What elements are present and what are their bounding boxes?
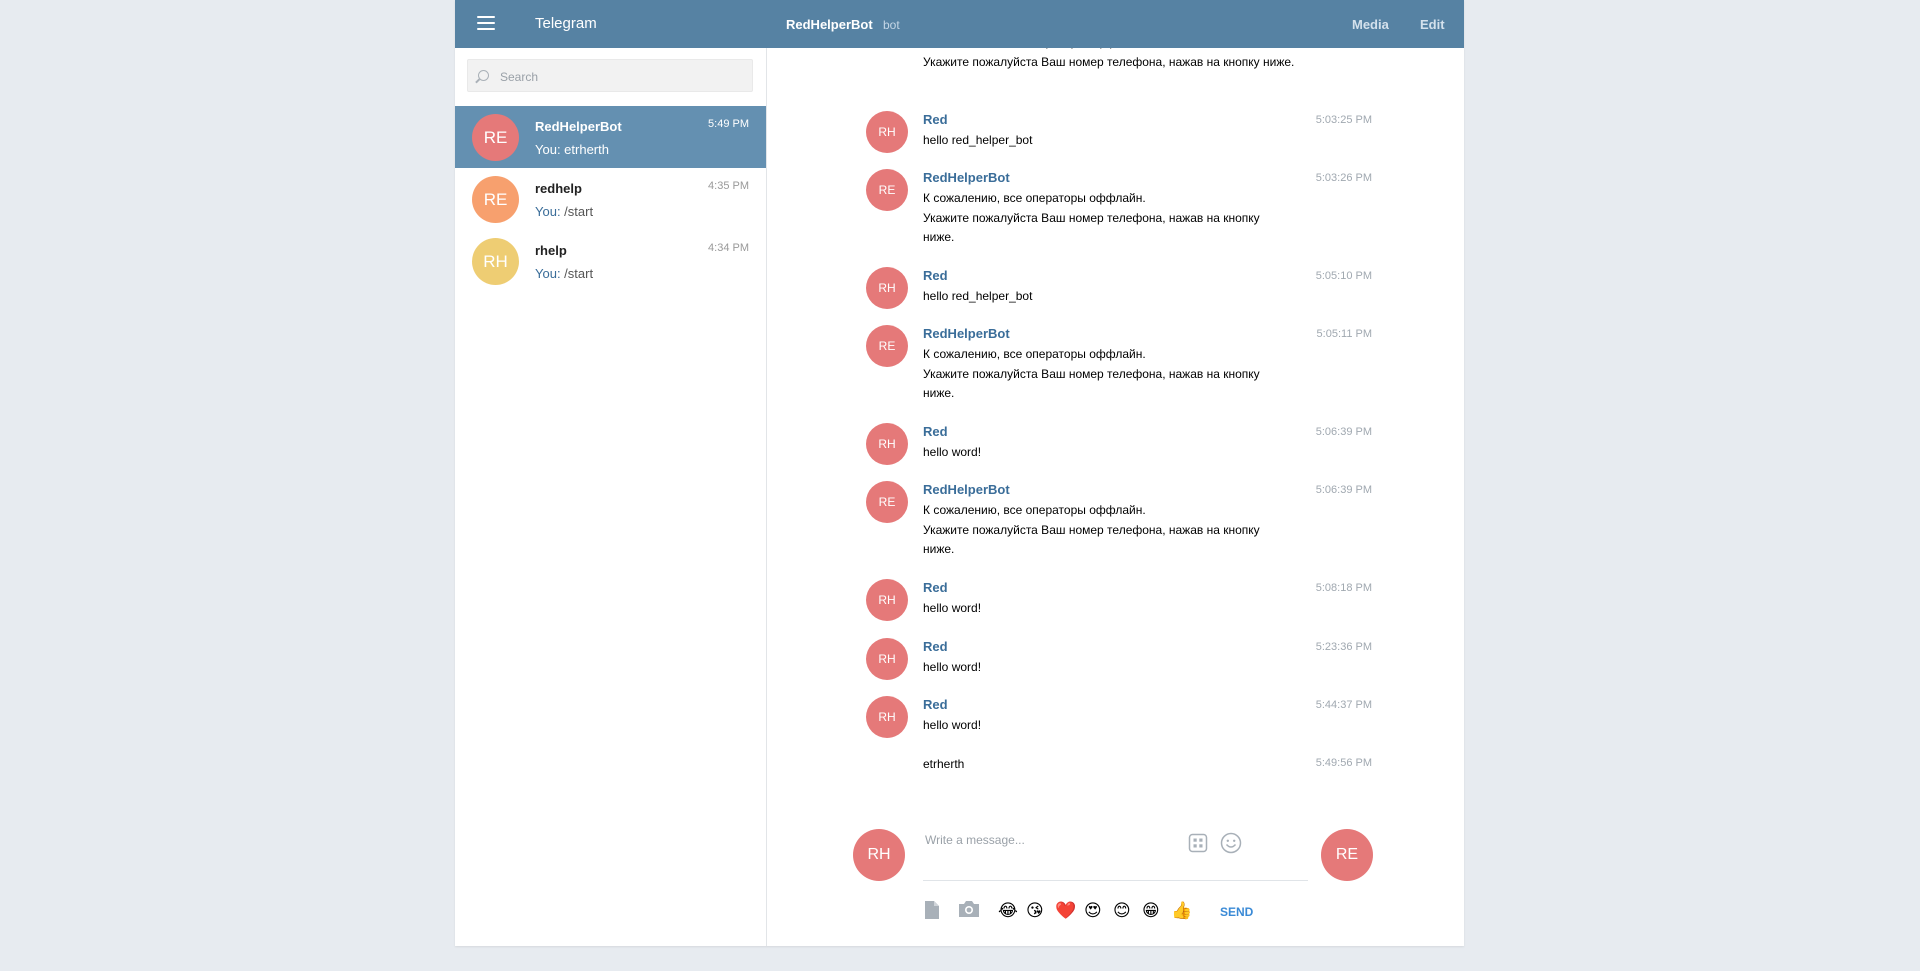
message-author[interactable]: RedHelperBot (923, 326, 1010, 341)
avatar[interactable]: RH (866, 579, 908, 621)
message-time: 5:44:37 PM (1315, 699, 1372, 711)
dialog-preview-text: /start (560, 204, 594, 219)
message-text: К сожалению, все операторы оффлайн. Укаж… (923, 191, 1260, 244)
dialog-preview-text: etrherth (564, 142, 609, 157)
camera-icon[interactable] (958, 900, 980, 918)
chat-peer-status: bot (883, 18, 900, 32)
avatar[interactable]: RH (866, 267, 908, 309)
search-icon (478, 70, 489, 81)
hamburger-menu-icon[interactable] (477, 16, 495, 30)
edit-button[interactable]: Edit (1420, 17, 1445, 32)
message-text: hello word! (923, 445, 982, 459)
chat-area: К сожалению, все операторы оффлайн. Укаж… (767, 48, 1464, 946)
message-time: 5:49:56 PM (1315, 757, 1372, 769)
message-text: К сожалению, все операторы оффлайн. Укаж… (923, 503, 1260, 556)
emoji-grin[interactable]: 😁 (1142, 901, 1160, 921)
attach-file-icon[interactable] (923, 900, 941, 920)
emoji-smile-icon[interactable] (1220, 832, 1242, 854)
dialogs-sidebar: RE RedHelperBot 5:49 PM You: etrherth RE… (455, 48, 767, 946)
message-text: etrherth (923, 757, 965, 771)
emoji-thumbs-up[interactable]: 👍 (1171, 901, 1192, 921)
dialog-time: 4:35 PM (708, 180, 749, 192)
message-author[interactable]: RedHelperBot (923, 482, 1010, 497)
top-header: Telegram RedHelperBot bot Media Edit (455, 0, 1464, 48)
avatar: RH (472, 238, 519, 285)
dialog-preview-prefix: You: (535, 142, 565, 157)
my-avatar[interactable]: RH (853, 829, 905, 881)
message-time: 5:05:11 PM (1316, 328, 1372, 340)
message-time: 5:05:10 PM (1315, 270, 1372, 282)
peer-avatar[interactable]: RE (1321, 829, 1373, 881)
message-author[interactable]: Red (923, 697, 948, 712)
message-time: 5:06:39 PM (1315, 484, 1372, 496)
composer-divider (923, 880, 1308, 881)
message-author[interactable]: Red (923, 268, 948, 283)
media-button[interactable]: Media (1352, 17, 1389, 32)
message-text: К сожалению, все операторы оффлайн. Укаж… (923, 48, 1295, 69)
dialog-preview: You: /start (535, 266, 593, 281)
message-time: 5:03:25 PM (1315, 114, 1372, 126)
emoji-kiss[interactable]: 😘 (1026, 901, 1044, 921)
message-author[interactable]: RedHelperBot (923, 170, 1010, 185)
avatar[interactable]: RH (866, 111, 908, 153)
dialog-item[interactable]: RE redhelp 4:35 PM You: /start (455, 168, 766, 230)
avatar[interactable]: RH (866, 423, 908, 465)
message-author[interactable]: Red (923, 112, 948, 127)
message-text: hello red_helper_bot (923, 289, 1033, 303)
dialog-time: 4:34 PM (708, 242, 749, 254)
message-author[interactable]: Red (923, 424, 948, 439)
message-text: hello word! (923, 660, 982, 674)
dialog-name: RedHelperBot (535, 119, 622, 134)
message-time: 5:08:18 PM (1315, 582, 1372, 594)
dialog-preview: You: /start (535, 204, 593, 219)
message-text: hello word! (923, 718, 982, 732)
emoji-joy[interactable]: 😂 (998, 901, 1018, 921)
message-time: 5:03:26 PM (1315, 172, 1372, 184)
avatar: RE (472, 176, 519, 223)
search-input[interactable] (498, 66, 742, 88)
message-time: 5:23:36 PM (1315, 641, 1372, 653)
avatar: RE (472, 114, 519, 161)
avatar[interactable]: RH (866, 638, 908, 680)
emoji-blush[interactable]: 😊 (1113, 901, 1131, 921)
avatar[interactable]: RH (866, 696, 908, 738)
search-box (467, 59, 753, 92)
message-author[interactable]: Red (923, 580, 948, 595)
app-title: Telegram (535, 15, 597, 32)
dialog-name: rhelp (535, 243, 567, 258)
dialog-preview-prefix: You: (535, 266, 561, 281)
dialog-preview-prefix: You: (535, 204, 561, 219)
avatar[interactable]: RE (866, 481, 908, 523)
dialog-item[interactable]: RE RedHelperBot 5:49 PM You: etrherth (455, 106, 766, 168)
message-author[interactable]: Red (923, 639, 948, 654)
chat-peer-name[interactable]: RedHelperBot (786, 17, 873, 32)
dialog-preview: You: etrherth (535, 142, 609, 157)
commands-icon[interactable] (1188, 833, 1208, 853)
send-button[interactable]: SEND (1220, 905, 1253, 919)
message-text: К сожалению, все операторы оффлайн. Укаж… (923, 347, 1260, 400)
message-time: 5:06:39 PM (1315, 426, 1372, 438)
emoji-heart-eyes[interactable]: 😍 (1084, 901, 1102, 921)
dialog-time: 5:49 PM (708, 118, 749, 130)
telegram-window: Telegram RedHelperBot bot Media Edit RE … (455, 0, 1464, 946)
dialog-item[interactable]: RH rhelp 4:34 PM You: /start (455, 230, 766, 292)
dialog-name: redhelp (535, 181, 582, 196)
avatar[interactable]: RE (866, 169, 908, 211)
emoji-heart[interactable]: ❤️ (1055, 901, 1076, 921)
message-text: hello red_helper_bot (923, 133, 1033, 147)
message-text: hello word! (923, 601, 982, 615)
avatar[interactable]: RE (866, 325, 908, 367)
dialog-preview-text: /start (560, 266, 594, 281)
